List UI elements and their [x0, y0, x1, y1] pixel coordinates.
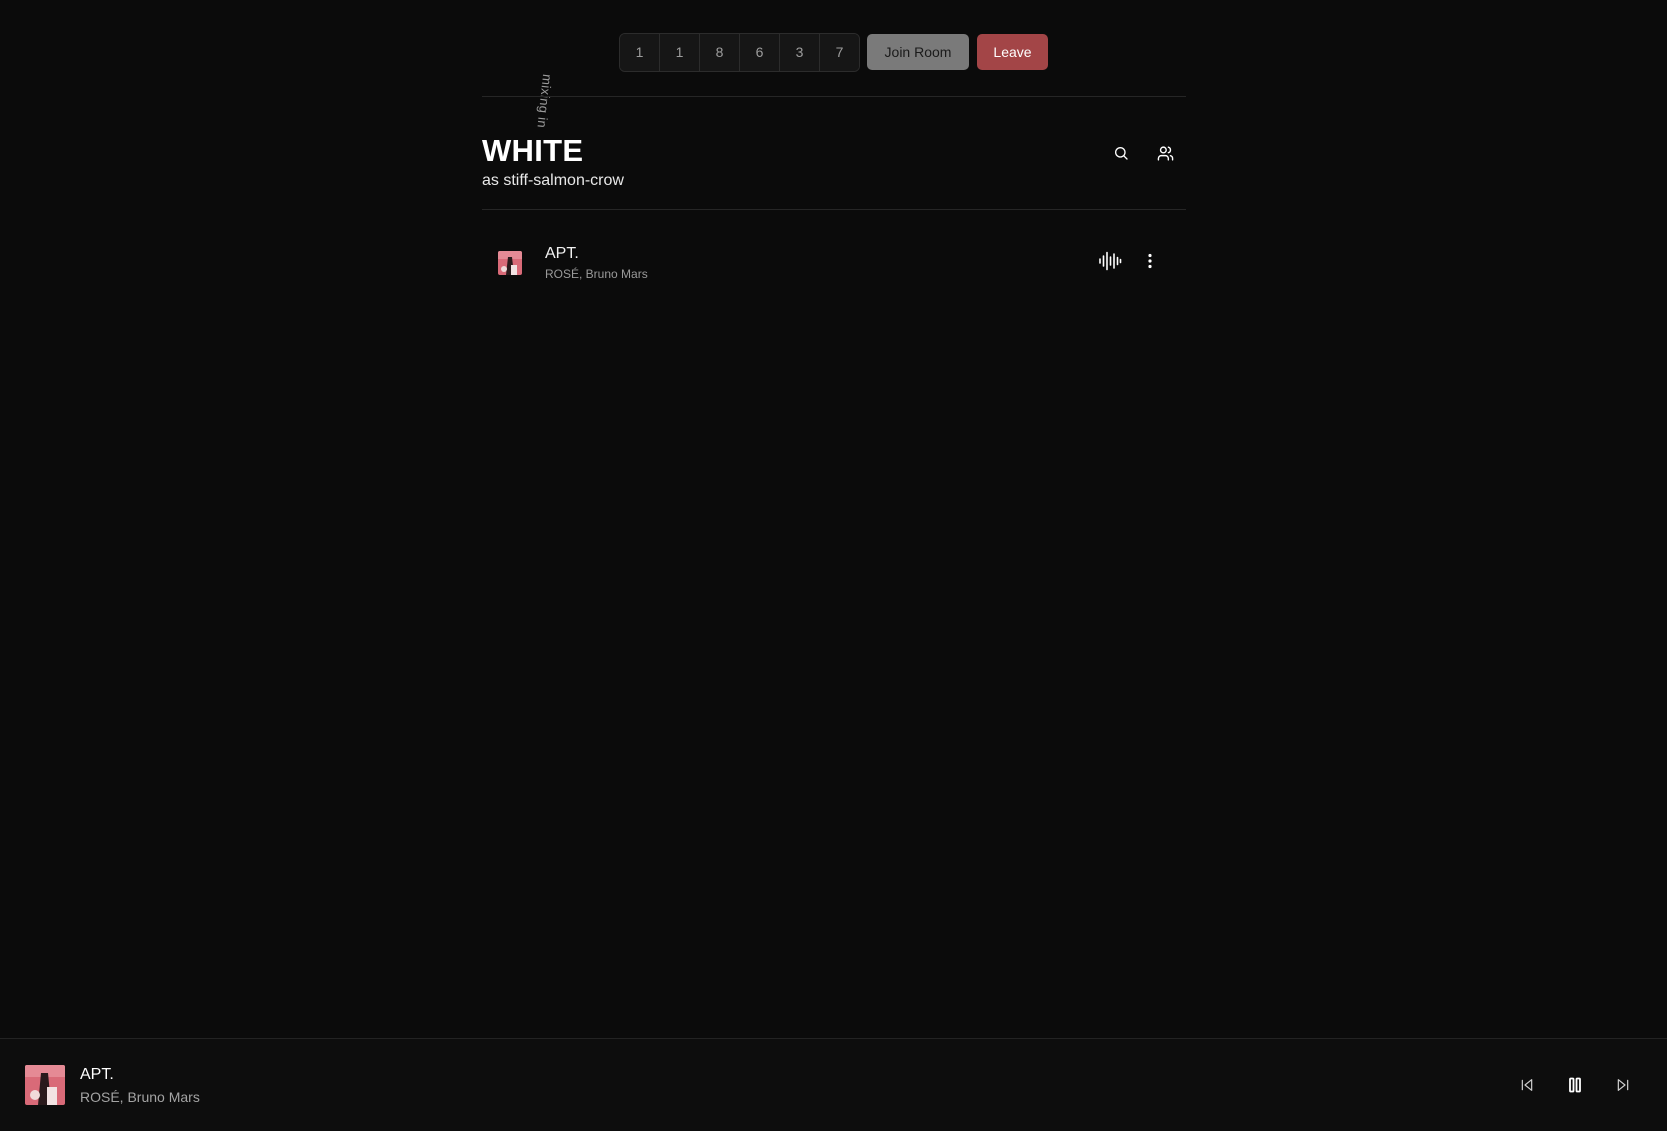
track-artist: ROSÉ, Bruno Mars	[545, 267, 648, 281]
skip-forward-icon	[1617, 1079, 1629, 1091]
room-code-digit[interactable]: 8	[700, 34, 740, 71]
room-code-digit[interactable]: 3	[780, 34, 820, 71]
player-bar	[0, 1038, 1667, 1131]
track-title: APT.	[545, 245, 579, 262]
user-alias: as stiff-salmon-crow	[482, 172, 624, 189]
player-track-title: APT.	[80, 1066, 114, 1083]
room-title: WHITE	[482, 133, 584, 168]
track-menu-button[interactable]	[1136, 247, 1164, 275]
player-album-art	[25, 1065, 65, 1105]
app-page: mixing in 1 1 8 6 3 7 Join Room Leave WH…	[0, 0, 1667, 1131]
users-button[interactable]	[1151, 139, 1179, 167]
player-track-artist: ROSÉ, Bruno Mars	[80, 1089, 200, 1105]
header-divider	[482, 209, 1186, 210]
room-topbar: mixing in 1 1 8 6 3 7 Join Room Leave	[0, 0, 1667, 129]
mixing-label: mixing in	[534, 73, 555, 129]
now-playing-indicator	[1096, 247, 1124, 275]
waveform-icon	[1099, 251, 1122, 271]
previous-button[interactable]	[1513, 1071, 1541, 1099]
room-code-digit[interactable]: 1	[660, 34, 700, 71]
leave-button[interactable]: Leave	[977, 34, 1048, 70]
pause-button[interactable]	[1561, 1071, 1589, 1099]
room-code-digit[interactable]: 7	[820, 34, 859, 71]
users-icon	[1157, 145, 1173, 161]
search-icon	[1115, 147, 1128, 160]
room-code-digit[interactable]: 6	[740, 34, 780, 71]
join-room-button[interactable]: Join Room	[867, 34, 969, 70]
room-code[interactable]: 1 1 8 6 3 7	[619, 33, 860, 72]
next-button[interactable]	[1609, 1071, 1637, 1099]
more-vertical-icon	[1148, 253, 1152, 269]
room-code-digit[interactable]: 1	[620, 34, 660, 71]
search-button[interactable]	[1107, 139, 1135, 167]
top-divider	[482, 96, 1186, 97]
skip-back-icon	[1521, 1079, 1533, 1091]
track-album-art	[498, 251, 522, 275]
pause-icon	[1569, 1077, 1581, 1093]
